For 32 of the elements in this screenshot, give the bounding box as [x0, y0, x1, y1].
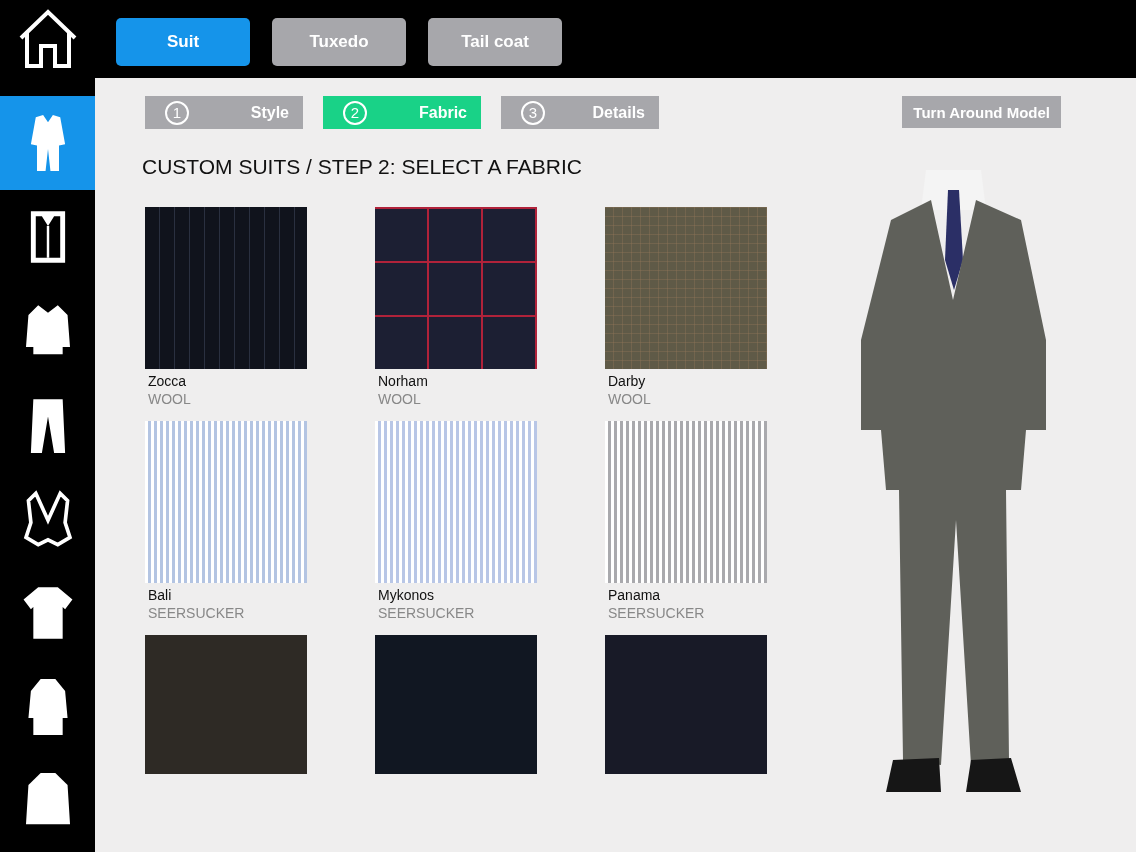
- garment-tab[interactable]: Tail coat: [428, 18, 562, 66]
- fabric-material: WOOL: [148, 391, 192, 407]
- fabric-name: Mykonos: [378, 587, 436, 603]
- fabric-swatch[interactable]: [605, 421, 767, 583]
- step-number: 3: [521, 100, 545, 125]
- step-number: 2: [343, 100, 367, 125]
- fabric-swatch[interactable]: [145, 207, 307, 369]
- fabric-swatch[interactable]: [145, 635, 307, 774]
- garment-tab[interactable]: Suit: [116, 18, 250, 66]
- step-tab[interactable]: 3 Details: [501, 96, 659, 129]
- fabric-swatch[interactable]: [605, 635, 767, 774]
- garment-tab[interactable]: Tuxedo: [272, 18, 406, 66]
- fabric-material: SEERSUCKER: [608, 605, 706, 621]
- fabric-material: WOOL: [378, 391, 422, 407]
- fabric-material: SEERSUCKER: [378, 605, 476, 621]
- fabric-material: SEERSUCKER: [148, 605, 246, 621]
- fabric-swatch[interactable]: [375, 421, 537, 583]
- fabric-swatch[interactable]: [145, 421, 307, 583]
- fabric-swatch[interactable]: [605, 207, 767, 369]
- fabric-name: Panama: [608, 587, 662, 603]
- fabric-swatch[interactable]: [375, 207, 537, 369]
- step-tab[interactable]: 2 Fabric: [323, 96, 481, 129]
- fabric-swatch[interactable]: [375, 635, 537, 774]
- fabric-name: Darby: [608, 373, 647, 389]
- fabric-name: Norham: [378, 373, 429, 389]
- fabric-material: WOOL: [608, 391, 652, 407]
- step-tab[interactable]: 1 Style: [145, 96, 303, 129]
- page-heading: CUSTOM SUITS / STEP 2: SELECT A FABRIC: [142, 155, 583, 179]
- fabric-name: Zocca: [148, 373, 188, 389]
- fabric-name: Bali: [148, 587, 173, 603]
- turn-around-button[interactable]: Turn Around Model: [902, 96, 1061, 128]
- step-number: 1: [165, 100, 189, 125]
